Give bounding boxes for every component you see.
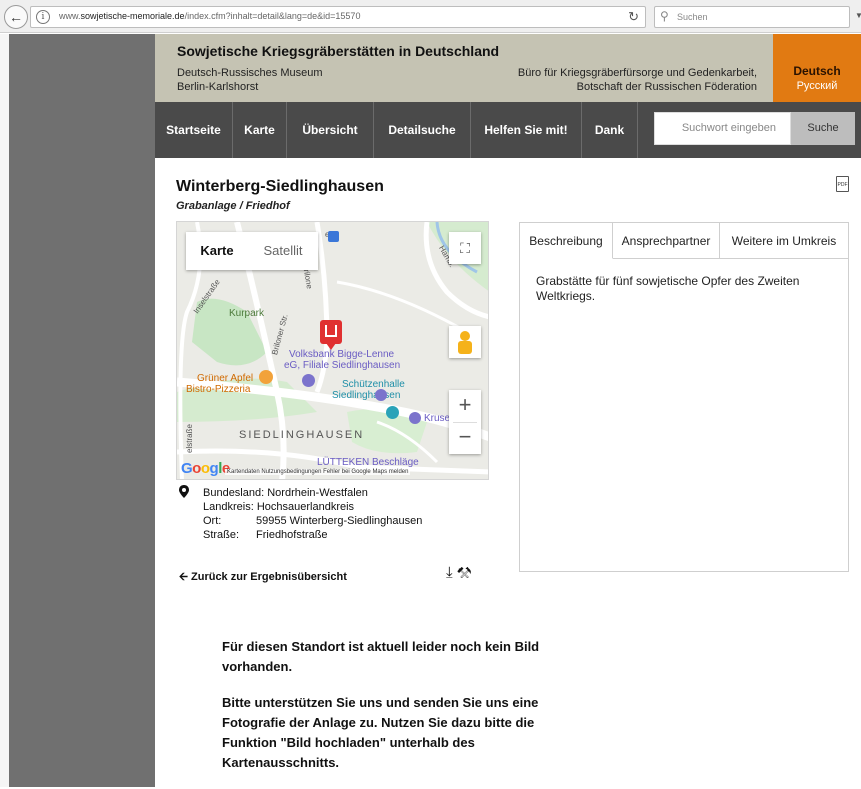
nav-startseite[interactable]: Startseite [155, 102, 233, 158]
browser-search-input[interactable]: ⚲ Suchen [654, 6, 850, 28]
info-tab-panel: Beschreibung Ansprechpartner Weitere im … [519, 222, 849, 572]
zoom-in-icon[interactable]: + [449, 390, 481, 422]
hall-pin-icon[interactable] [386, 406, 399, 419]
map-label-luetteken: LÜTTEKEN Beschläge [317, 457, 419, 468]
office-line-2: Botschaft der Russischen Föderation [576, 81, 757, 93]
map-label-schuetzenhalle-1: Schützenhalle [342, 379, 405, 390]
zoom-control: + − [449, 390, 481, 454]
nav-detailsuche[interactable]: Detailsuche [374, 102, 471, 158]
no-image-notice: Für diesen Standort ist aktuell leider n… [222, 637, 552, 789]
map-label-schuetzenhalle-2: Siedlinghausen [332, 390, 401, 401]
browser-toolbar: ← i www.sowjetische-memoriale.de/index.c… [0, 0, 861, 33]
map-type-karte[interactable]: Karte [186, 232, 248, 270]
strasse-row: Straße: Friedhofstraße [203, 529, 328, 541]
landkreis-value: Hochsauerlandkreis [256, 501, 355, 513]
museum-name: Deutsch-Russisches Museum [177, 67, 323, 79]
tool-icons: ⤓ ⚒ [446, 564, 471, 581]
left-edge [0, 34, 9, 787]
grave-marker-icon[interactable] [320, 320, 342, 344]
left-gray-column [9, 34, 155, 787]
ort-label: Ort: [203, 515, 222, 527]
map-label-kruse: Kruse [424, 413, 451, 424]
restaurant-pin-icon[interactable] [259, 370, 273, 384]
ort-value: 59955 Winterberg-Siedlinghausen [256, 515, 423, 527]
address-bar[interactable]: i www.sowjetische-memoriale.de/index.cfm… [30, 6, 646, 28]
tab-beschreibung[interactable]: Beschreibung [520, 223, 613, 259]
lang-russian[interactable]: Русский [773, 80, 861, 92]
map-type-toggle: Karte Satellit [186, 232, 318, 270]
back-arrow-icon[interactable]: ← [4, 5, 28, 29]
strasse-value: Friedhofstraße [256, 529, 328, 541]
page-title: Winterberg-Siedlinghausen [176, 178, 384, 195]
map-label-street-left: elstraße [184, 424, 194, 453]
page-subtitle: Grabanlage / Friedhof [176, 200, 290, 212]
url-text: www.sowjetische-memoriale.de/index.cfm?i… [59, 11, 361, 21]
location-pin-icon [179, 485, 189, 501]
site-header: Sowjetische Kriegsgräberstätten in Deuts… [155, 34, 773, 102]
grave-marker-tip [326, 343, 336, 350]
tab-ansprechpartner[interactable]: Ansprechpartner [613, 223, 720, 259]
map-label-kurpark: Kurpark [229, 308, 265, 319]
nav-uebersicht[interactable]: Übersicht [287, 102, 374, 158]
place-pin-icon[interactable] [375, 389, 387, 401]
office-line-1: Büro für Kriegsgräberfürsorge und Gedenk… [517, 67, 757, 79]
shop-pin-icon[interactable] [409, 412, 421, 424]
map-label-volksbank-1: Volksbank Bigge-Lenne [289, 349, 395, 360]
map-attribution[interactable]: Kartendaten Nutzungsbedingungen Fehler b… [225, 469, 411, 475]
map-label-gruener-2: Bistro-Pizzeria [186, 384, 251, 395]
notice-paragraph-1: Für diesen Standort ist aktuell leider n… [222, 639, 540, 674]
tab-weitere-im-umkreis[interactable]: Weitere im Umkreis [720, 223, 848, 259]
tab-description-text: Grabstätte für fünf sowjetische Opfer de… [536, 274, 800, 303]
fullscreen-icon[interactable]: ⛶ [449, 232, 481, 264]
back-to-results-link[interactable]: 🡨 Zurück zur Ergebnisübersicht [179, 568, 347, 587]
browser-search-placeholder: Suchen [677, 12, 708, 22]
site-title[interactable]: Sowjetische Kriegsgräberstätten in Deuts… [177, 43, 499, 59]
nav-dank[interactable]: Dank [582, 102, 638, 158]
info-icon[interactable]: i [36, 10, 50, 24]
google-logo: Google [181, 460, 230, 477]
landkreis-row: Landkreis: Hochsauerlandkreis [203, 501, 354, 513]
upload-image-icon[interactable]: ⤓ [446, 564, 453, 581]
street-view-pegman-icon[interactable] [449, 326, 481, 358]
bundesland-row: Bundesland: Nordrhein-Westfalen [203, 487, 368, 499]
arrow-left-icon: 🡨 [179, 571, 188, 583]
main-nav: Startseite Karte Übersicht Detailsuche H… [155, 102, 861, 158]
map-label-volksbank-2: eG, Filiale Siedlinghausen [284, 360, 401, 371]
bank-pin-icon[interactable] [302, 374, 315, 387]
map-label-gruener-1: Grüner Apfel [197, 373, 254, 384]
language-switcher: Deutsch Русский [773, 34, 861, 102]
museum-location: Berlin-Karlshorst [177, 81, 259, 93]
search-icon: ⚲ [660, 9, 669, 23]
strasse-label: Straße: [203, 529, 240, 541]
bus-stop-icon[interactable] [328, 231, 339, 242]
site-search-placeholder: Suchwort eingeben [681, 122, 776, 134]
zoom-out-icon[interactable]: − [449, 422, 481, 454]
lang-deutsch[interactable]: Deutsch [773, 64, 861, 78]
nav-karte[interactable]: Karte [233, 102, 287, 158]
map-type-satellit[interactable]: Satellit [248, 232, 318, 270]
back-to-results-label: Zurück zur Ergebnisübersicht [191, 571, 347, 583]
nav-helfen[interactable]: Helfen Sie mit! [471, 102, 582, 158]
map-label-town: SIEDLINGHAUSEN [239, 429, 365, 441]
bundesland-label: Bundesland: [203, 487, 265, 499]
site-search-input[interactable]: Suchwort eingeben [654, 112, 791, 145]
chevron-down-icon[interactable]: ▼ [855, 11, 861, 20]
google-map[interactable]: Kurpark Volksbank Bigge-Lenne eG, Filial… [176, 221, 489, 480]
ort-row: Ort: 59955 Winterberg-Siedlinghausen [203, 515, 422, 527]
tools-icon[interactable]: ⚒ [457, 564, 471, 581]
pdf-icon[interactable]: PDF [836, 176, 849, 192]
notice-paragraph-2: Bitte unterstützen Sie uns und senden Si… [222, 695, 539, 770]
landkreis-label: Landkreis: [203, 501, 254, 513]
reload-icon[interactable]: ↻ [628, 9, 639, 25]
site-search-button[interactable]: Suche [791, 112, 855, 145]
bundesland-value: Nordrhein-Westfalen [267, 487, 368, 499]
